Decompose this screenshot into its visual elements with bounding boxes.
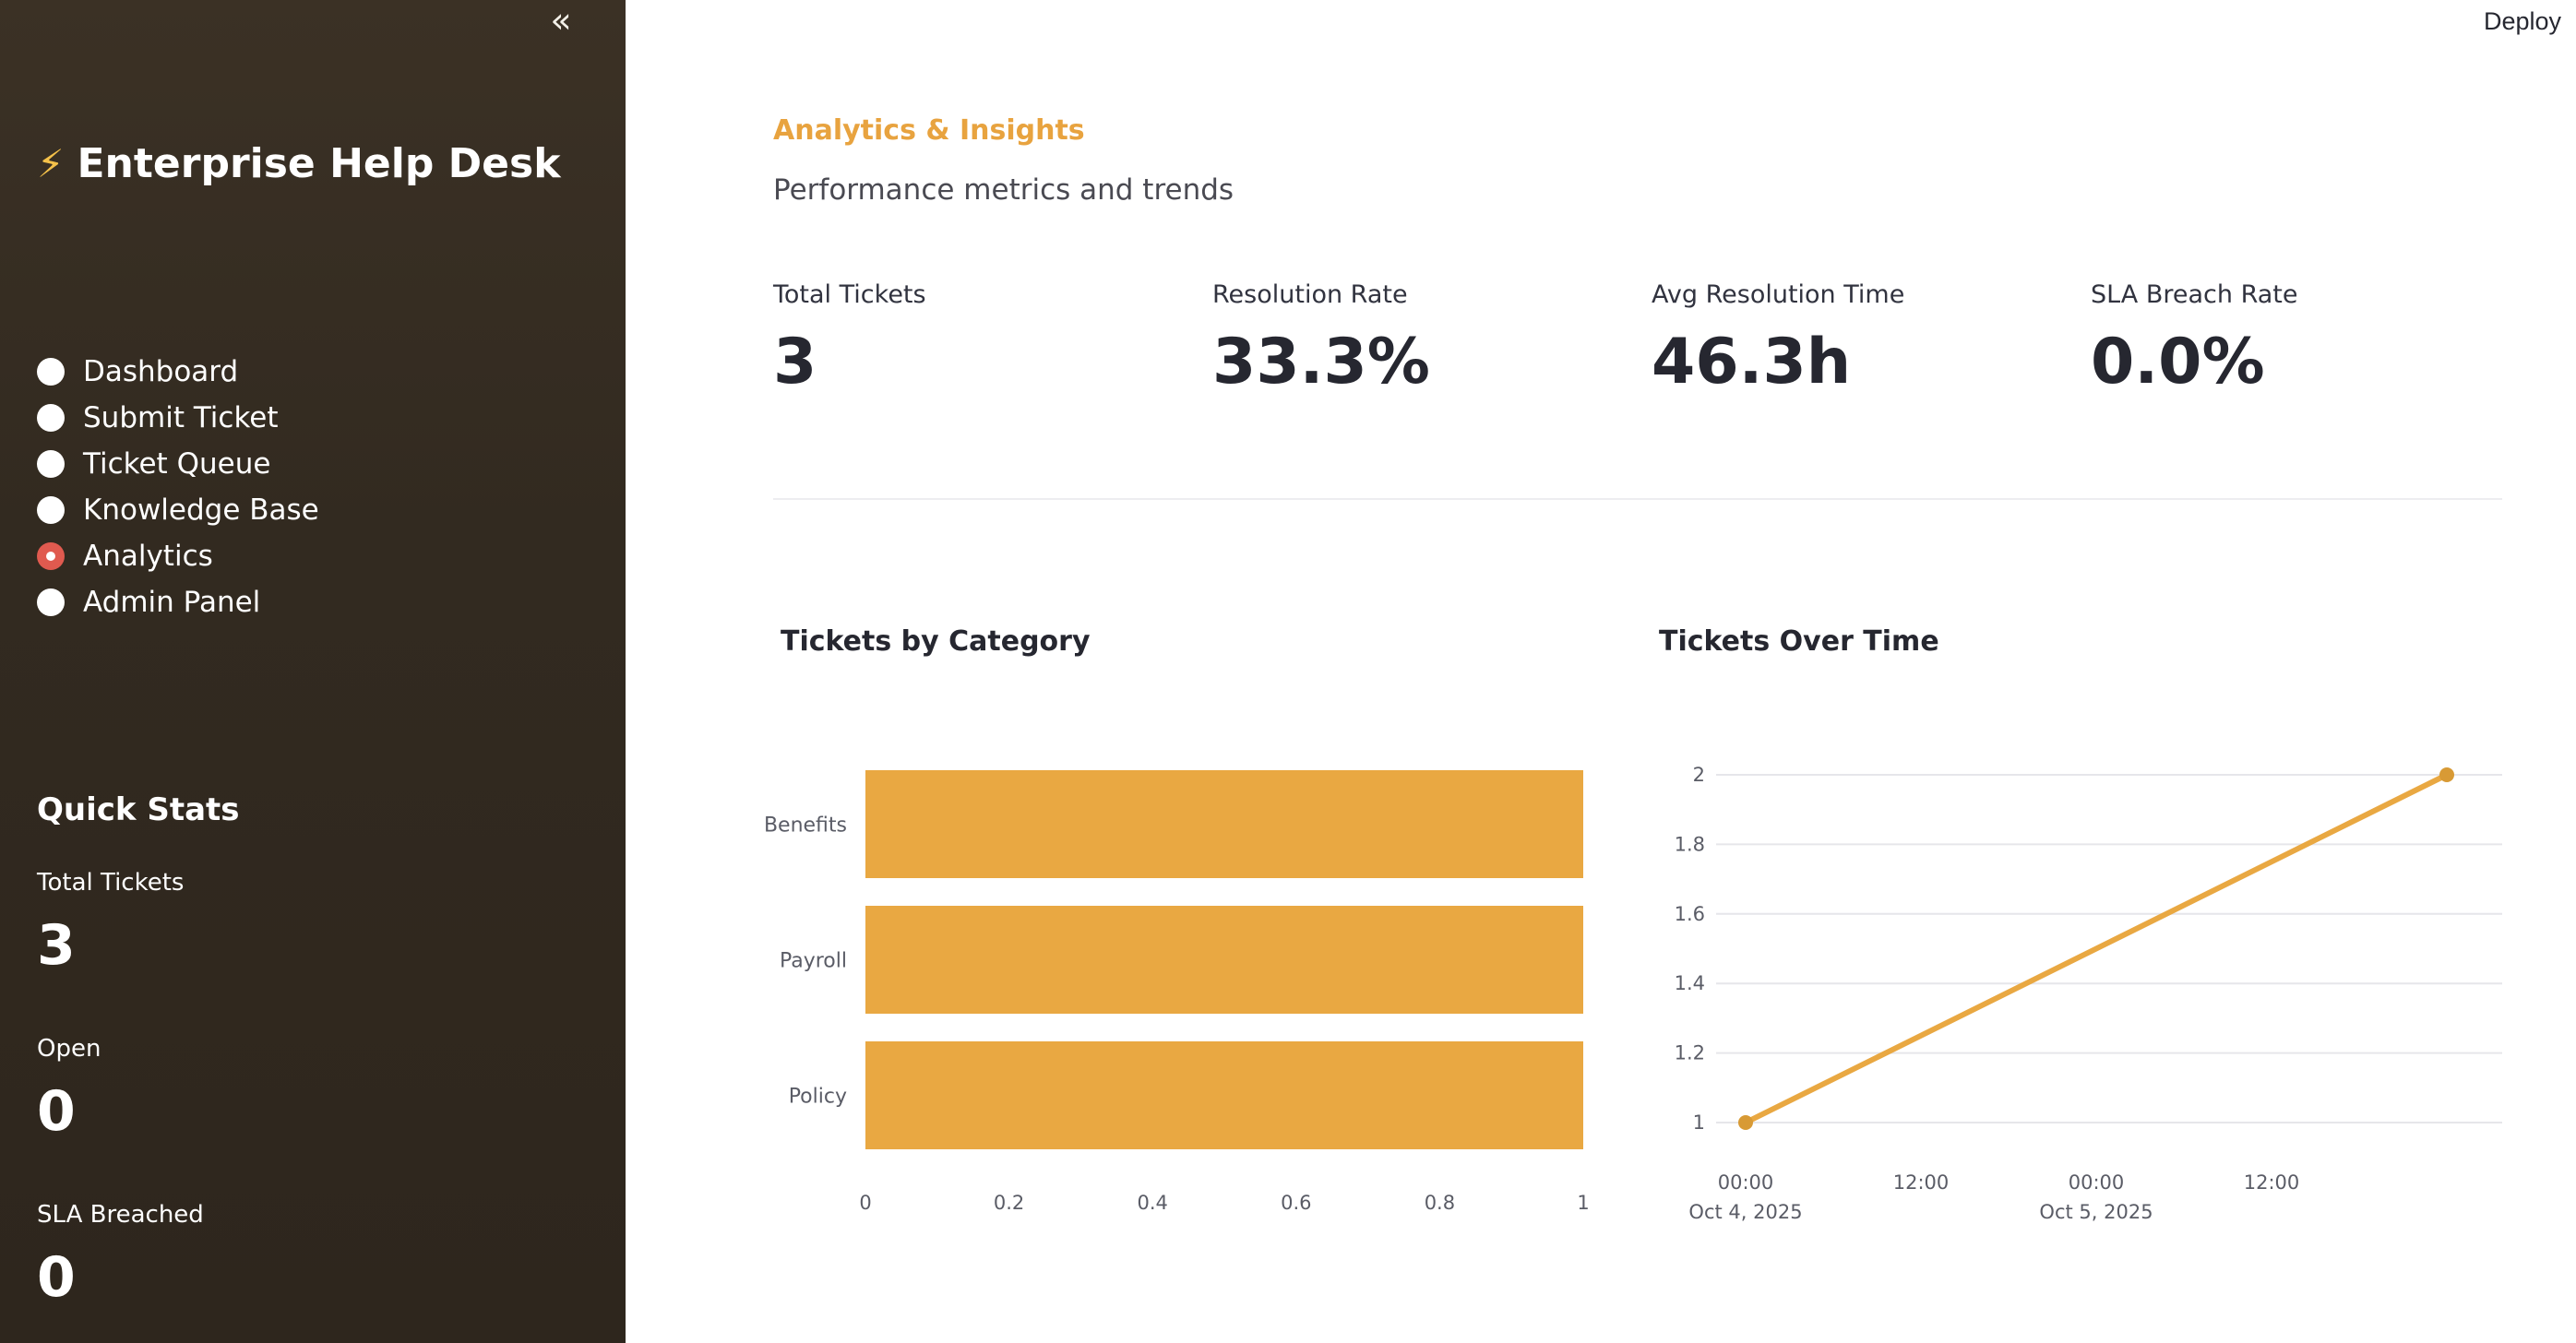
metric-label: Avg Resolution Time: [1652, 280, 1905, 309]
y-tick-label: Benefits: [766, 814, 847, 838]
y-tick-label: 1.8: [1675, 833, 1705, 855]
nav-item-label: Admin Panel: [83, 586, 261, 619]
nav-item-admin-panel[interactable]: Admin Panel: [37, 579, 319, 625]
bar-chart-tickets-by-category: Benefits Payroll Policy 0 0.2 0.4 0.6 0.8 1: [766, 770, 1590, 1214]
metric-label: Total Tickets: [773, 280, 926, 309]
nav-item-dashboard[interactable]: Dashboard: [37, 349, 319, 395]
x-tick-time-label: 00:00: [2069, 1171, 2125, 1194]
quick-stats-title: Quick Stats: [37, 791, 240, 828]
divider: [773, 498, 2502, 500]
metric-value: 46.3h: [1652, 326, 1852, 398]
lightning-bolt-icon: ⚡: [37, 141, 65, 186]
x-tick-label: 0.4: [1137, 1192, 1167, 1214]
nav-item-submit-ticket[interactable]: Submit Ticket: [37, 395, 319, 441]
metric-total-tickets: Total Tickets 3: [773, 280, 926, 398]
quick-stat-value: 0: [37, 1245, 76, 1310]
metric-value: 0.0%: [2091, 326, 2265, 398]
page-subtitle: Performance metrics and trends: [773, 173, 1234, 207]
radio-icon[interactable]: [37, 496, 65, 524]
quick-stat-value: 0: [37, 1079, 76, 1144]
metric-value: 3: [773, 326, 817, 398]
nav-item-analytics[interactable]: Analytics: [37, 533, 319, 579]
data-point: [2439, 767, 2454, 782]
chart-title: Tickets by Category: [781, 625, 1091, 658]
deploy-button[interactable]: Deploy: [2478, 6, 2567, 38]
x-tick-time-label: 00:00: [1718, 1171, 1774, 1194]
data-point: [1738, 1115, 1753, 1130]
nav-item-label: Ticket Queue: [83, 447, 271, 481]
metric-label: SLA Breach Rate: [2091, 280, 2298, 309]
radio-icon[interactable]: [37, 588, 65, 616]
line-chart-tickets-over-time: 1 1.2 1.4 1.6 1.8 2 00:00 Oct 4, 2025 12:00 00:00…: [1675, 764, 2502, 1223]
radio-icon[interactable]: [37, 450, 65, 478]
nav-item-label: Dashboard: [83, 355, 239, 388]
x-tick-label: 0.6: [1281, 1192, 1311, 1214]
sidebar: « ⚡ Enterprise Help Desk Dashboard Submi…: [0, 0, 626, 1343]
x-tick-label: 1: [1577, 1192, 1589, 1214]
radio-selected-icon[interactable]: [37, 542, 65, 570]
bar-benefits: [865, 770, 1583, 878]
x-tick-label: 0: [859, 1192, 871, 1214]
x-tick-time-label: 12:00: [1893, 1171, 1950, 1194]
x-tick-time-label: 12:00: [2244, 1171, 2300, 1194]
y-tick-label: 1.6: [1675, 903, 1705, 925]
quick-stat-label: Open: [37, 1035, 101, 1063]
navigation-radio-group: Dashboard Submit Ticket Ticket Queue Kno…: [37, 349, 319, 625]
radio-icon[interactable]: [37, 358, 65, 386]
metric-value: 33.3%: [1212, 326, 1430, 398]
quick-stat-label: SLA Breached: [37, 1201, 204, 1229]
bar-payroll: [865, 906, 1583, 1014]
series-line: [1743, 772, 2450, 1125]
y-tick-label: Payroll: [780, 950, 847, 973]
quick-stat-label: Total Tickets: [37, 869, 185, 897]
nav-item-ticket-queue[interactable]: Ticket Queue: [37, 441, 319, 487]
nav-item-label: Knowledge Base: [83, 493, 319, 527]
quick-stat-value: 3: [37, 913, 76, 978]
x-tick-label: 0.8: [1425, 1192, 1455, 1214]
x-tick-label: 0.2: [994, 1192, 1024, 1214]
metric-sla-breach-rate: SLA Breach Rate 0.0%: [2091, 280, 2298, 398]
x-tick-date-label: Oct 5, 2025: [2039, 1201, 2153, 1223]
app-title-text: Enterprise Help Desk: [77, 140, 561, 187]
nav-item-label: Submit Ticket: [83, 401, 279, 434]
y-tick-label: 1.4: [1675, 972, 1705, 994]
page-title: Analytics & Insights: [773, 114, 1085, 147]
metric-label: Resolution Rate: [1212, 280, 1408, 309]
x-tick-date-label: Oct 4, 2025: [1688, 1201, 1802, 1223]
chart-title: Tickets Over Time: [1659, 625, 1939, 658]
y-tick-label: 1: [1693, 1111, 1705, 1134]
y-tick-label: 1.2: [1675, 1042, 1705, 1064]
y-tick-label: 2: [1693, 764, 1705, 786]
metric-avg-resolution-time: Avg Resolution Time 46.3h: [1652, 280, 1904, 398]
collapse-sidebar-button[interactable]: «: [541, 2, 581, 42]
nav-item-knowledge-base[interactable]: Knowledge Base: [37, 487, 319, 533]
app-title: ⚡ Enterprise Help Desk: [37, 140, 560, 187]
double-chevron-left-icon: «: [550, 0, 572, 41]
metric-resolution-rate: Resolution Rate 33.3%: [1212, 280, 1430, 398]
nav-item-label: Analytics: [83, 540, 213, 573]
y-tick-label: Policy: [789, 1086, 847, 1109]
radio-icon[interactable]: [37, 404, 65, 432]
bar-policy: [865, 1041, 1583, 1149]
